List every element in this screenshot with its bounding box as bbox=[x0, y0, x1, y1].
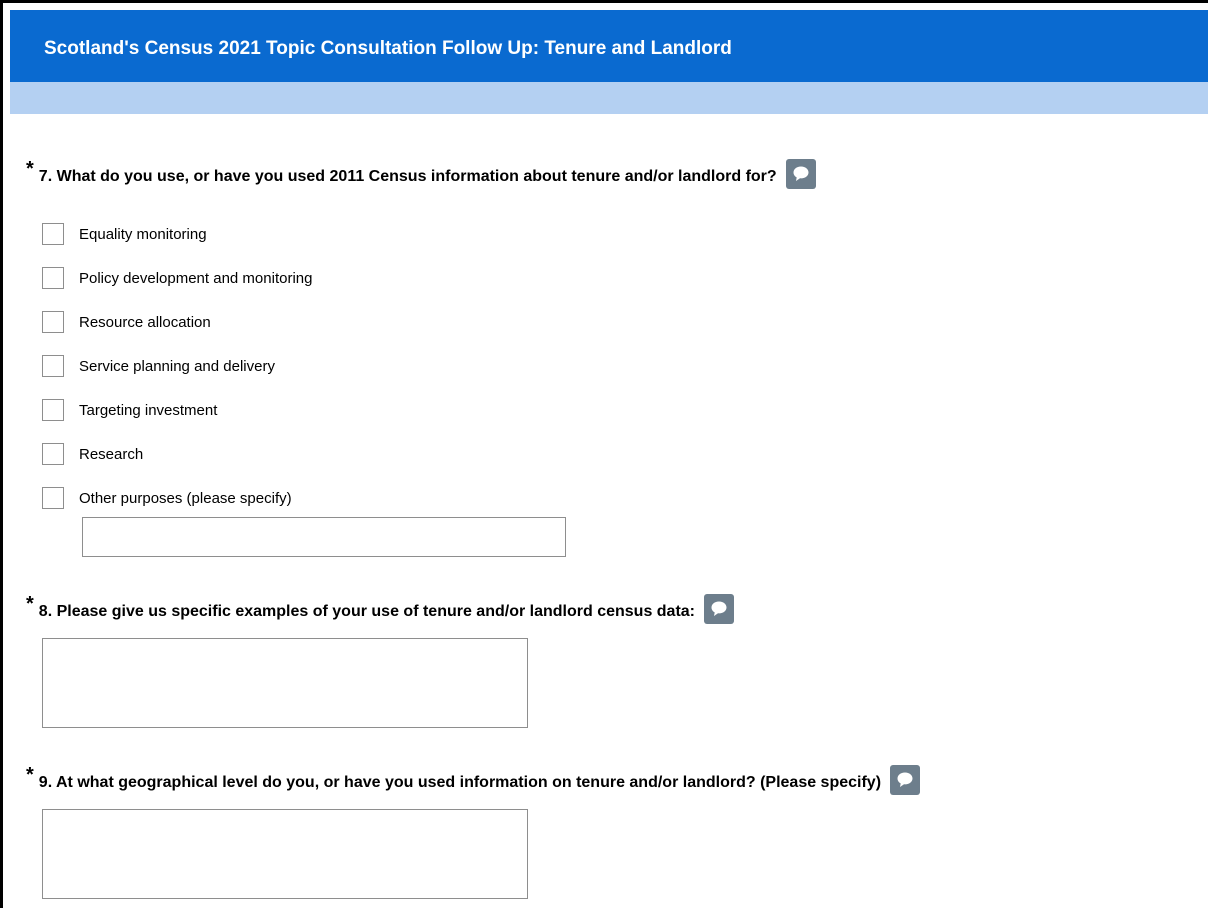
option-resource-allocation[interactable]: Resource allocation bbox=[42, 300, 312, 344]
option-service-planning[interactable]: Service planning and delivery bbox=[42, 344, 312, 388]
option-label: Other purposes (please specify) bbox=[79, 489, 292, 507]
question-9-text: 9. At what geographical level do you, or… bbox=[38, 774, 882, 791]
option-other-purposes[interactable]: Other purposes (please specify) bbox=[42, 476, 312, 520]
checkbox[interactable] bbox=[42, 399, 64, 421]
other-purposes-input[interactable] bbox=[82, 517, 566, 557]
survey-title: Scotland's Census 2021 Topic Consultatio… bbox=[44, 38, 732, 59]
checkbox[interactable] bbox=[42, 443, 64, 465]
checkbox[interactable] bbox=[42, 267, 64, 289]
question-8: * 8. Please give us specific examples of… bbox=[26, 593, 735, 625]
option-label: Equality monitoring bbox=[79, 225, 207, 243]
checkbox[interactable] bbox=[42, 311, 64, 333]
examples-textarea[interactable] bbox=[42, 638, 528, 728]
comment-icon[interactable] bbox=[785, 159, 816, 189]
option-policy-development[interactable]: Policy development and monitoring bbox=[42, 256, 312, 300]
checkbox[interactable] bbox=[42, 487, 64, 509]
comment-icon[interactable] bbox=[890, 765, 921, 795]
checkbox[interactable] bbox=[42, 355, 64, 377]
question-7: * 7. What do you use, or have you used 2… bbox=[26, 158, 816, 190]
checkbox[interactable] bbox=[42, 223, 64, 245]
option-equality-monitoring[interactable]: Equality monitoring bbox=[42, 212, 312, 256]
geographical-level-textarea[interactable] bbox=[42, 809, 528, 899]
required-marker: * bbox=[26, 593, 34, 615]
required-marker: * bbox=[26, 764, 34, 786]
progress-band bbox=[10, 82, 1208, 114]
option-label: Service planning and delivery bbox=[79, 357, 275, 375]
question-9: * 9. At what geographical level do you, … bbox=[26, 764, 921, 796]
question-7-text: 7. What do you use, or have you used 201… bbox=[38, 168, 777, 185]
option-label: Targeting investment bbox=[79, 401, 218, 419]
option-research[interactable]: Research bbox=[42, 432, 312, 476]
question-8-text: 8. Please give us specific examples of y… bbox=[38, 603, 696, 620]
option-label: Policy development and monitoring bbox=[79, 269, 313, 287]
option-label: Research bbox=[79, 445, 144, 463]
required-marker: * bbox=[26, 158, 34, 180]
option-label: Resource allocation bbox=[79, 313, 211, 331]
option-targeting-investment[interactable]: Targeting investment bbox=[42, 388, 312, 432]
comment-icon[interactable] bbox=[704, 594, 735, 624]
question-7-options: Equality monitoring Policy development a… bbox=[42, 212, 312, 520]
